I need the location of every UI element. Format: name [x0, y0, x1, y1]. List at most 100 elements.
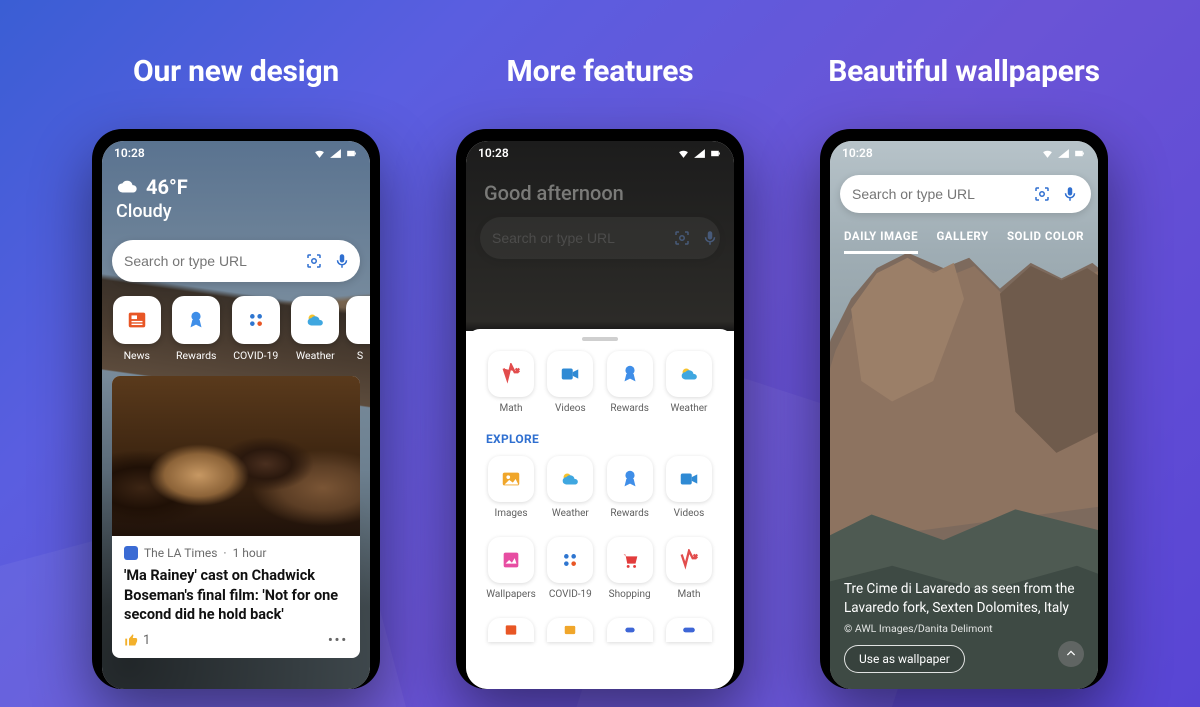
quick-covid[interactable]: COVID-19 — [231, 296, 281, 362]
like-count: 1 — [143, 633, 150, 648]
bottom-sheet: Math Videos Rewards Weather EXPLORE Imag… — [466, 329, 734, 689]
grid-label: Shopping — [609, 589, 651, 600]
status-time: 10:28 — [114, 146, 145, 160]
grid-math2[interactable]: Math — [662, 537, 716, 600]
search-input[interactable] — [492, 230, 673, 246]
phone-frame-1: 10:28 46°F Cloudy — [92, 129, 380, 689]
status-icons — [313, 147, 358, 160]
battery-icon — [1073, 147, 1086, 160]
signal-icon — [329, 147, 342, 160]
panel-title-features: More features — [507, 54, 694, 89]
grid-label: Math — [500, 403, 523, 414]
weather-condition: Cloudy — [116, 201, 356, 222]
grid-label: Weather — [671, 403, 708, 414]
quick-label: Rewards — [176, 349, 216, 362]
grid-label: Rewards — [610, 403, 649, 414]
mic-icon[interactable] — [701, 229, 719, 247]
sheet-handle[interactable] — [582, 337, 618, 341]
card-menu-icon[interactable]: ••• — [328, 633, 348, 648]
grid-shopping[interactable]: Shopping — [603, 537, 657, 600]
quick-label: S — [357, 349, 363, 362]
status-icons — [1041, 147, 1086, 160]
phone-frame-3: 10:28 ••• — [820, 129, 1108, 689]
grid-wallpapers[interactable]: Wallpapers — [484, 537, 538, 600]
grid-label: Weather — [552, 508, 589, 519]
search-input[interactable] — [852, 186, 1033, 202]
news-time: 1 hour — [233, 546, 267, 560]
grid-peek[interactable]: . — [662, 618, 716, 659]
scan-icon[interactable] — [673, 229, 691, 247]
mic-icon[interactable] — [1061, 185, 1079, 203]
grid-weather[interactable]: Weather — [662, 351, 716, 414]
like-button[interactable]: 1 — [124, 633, 150, 648]
grid-label: Math — [678, 589, 701, 600]
signal-icon — [1057, 147, 1070, 160]
grid-videos2[interactable]: Videos — [662, 456, 716, 519]
wifi-icon — [313, 147, 326, 160]
grid-label: Rewards — [610, 508, 649, 519]
scan-icon[interactable] — [1033, 185, 1051, 203]
status-bar: 10:28 — [102, 141, 370, 165]
wifi-icon — [1041, 147, 1054, 160]
caption-credit: © AWL Images/Danita Delimont — [844, 622, 1084, 635]
quick-news[interactable]: News — [112, 296, 162, 362]
news-thumbnail — [112, 376, 360, 536]
quick-more[interactable]: S — [350, 296, 370, 362]
caption-line2: Lavaredo fork, Sexten Dolomites, Italy — [844, 599, 1084, 618]
grid-weather2[interactable]: Weather — [543, 456, 597, 519]
grid-label: Videos — [555, 403, 586, 414]
search-input[interactable] — [124, 253, 305, 269]
status-time: 10:28 — [842, 146, 873, 160]
battery-icon — [709, 147, 722, 160]
quick-label: Weather — [296, 349, 335, 362]
news-card[interactable]: The LA Times · 1 hour 'Ma Rainey' cast o… — [112, 376, 360, 658]
grid-covid[interactable]: COVID-19 — [543, 537, 597, 600]
battery-icon — [345, 147, 358, 160]
status-bar: 10:28 — [830, 141, 1098, 165]
scroll-top-button[interactable] — [1058, 641, 1084, 667]
quick-access-row: News Rewards COVID-19 Weather — [112, 296, 370, 362]
panel-title-wallpapers: Beautiful wallpapers — [828, 54, 1100, 89]
search-bar-dimmed[interactable] — [480, 217, 720, 259]
wifi-icon — [677, 147, 690, 160]
quick-label: COVID-19 — [233, 349, 278, 362]
status-icons — [677, 147, 722, 160]
search-bar[interactable] — [112, 240, 360, 282]
search-bar[interactable] — [840, 175, 1091, 213]
grid-peek[interactable]: . — [603, 618, 657, 659]
grid-videos[interactable]: Videos — [543, 351, 597, 414]
weather-temp: 46°F — [146, 175, 188, 199]
panel-title-design: Our new design — [133, 54, 339, 89]
scan-icon[interactable] — [305, 252, 323, 270]
grid-label: Videos — [674, 508, 705, 519]
quick-label: News — [124, 349, 150, 362]
wallpaper-caption: Tre Cime di Lavaredo as seen from the La… — [844, 580, 1084, 673]
status-bar: 10:28 — [466, 141, 734, 165]
phone-frame-2: 10:28 Good afternoon — [456, 129, 744, 689]
status-time: 10:28 — [478, 146, 509, 160]
source-icon — [124, 546, 138, 560]
cloud-icon — [116, 176, 138, 198]
quick-rewards[interactable]: Rewards — [172, 296, 222, 362]
grid-images[interactable]: Images — [484, 456, 538, 519]
tab-solid-color[interactable]: SOLID COLOR — [1007, 229, 1084, 254]
grid-label: COVID-19 — [549, 589, 592, 600]
mic-icon[interactable] — [333, 252, 351, 270]
wallpaper-tabs: DAILY IMAGE GALLERY SOLID COLOR — [830, 213, 1098, 254]
grid-math[interactable]: Math — [484, 351, 538, 414]
grid-label: Wallpapers — [486, 589, 536, 600]
grid-peek[interactable]: . — [543, 618, 597, 659]
quick-weather[interactable]: Weather — [291, 296, 341, 362]
grid-label: Images — [494, 508, 527, 519]
caption-line1: Tre Cime di Lavaredo as seen from the — [844, 580, 1084, 599]
signal-icon — [693, 147, 706, 160]
grid-rewards2[interactable]: Rewards — [603, 456, 657, 519]
news-source: The LA Times — [144, 546, 217, 560]
tab-gallery[interactable]: GALLERY — [936, 229, 988, 254]
tab-daily-image[interactable]: DAILY IMAGE — [844, 229, 918, 254]
use-as-wallpaper-button[interactable]: Use as wallpaper — [844, 645, 965, 673]
news-headline: 'Ma Rainey' cast on Chadwick Boseman's f… — [112, 566, 360, 625]
grid-rewards[interactable]: Rewards — [603, 351, 657, 414]
explore-header: EXPLORE — [466, 414, 734, 456]
grid-peek[interactable]: . — [484, 618, 538, 659]
